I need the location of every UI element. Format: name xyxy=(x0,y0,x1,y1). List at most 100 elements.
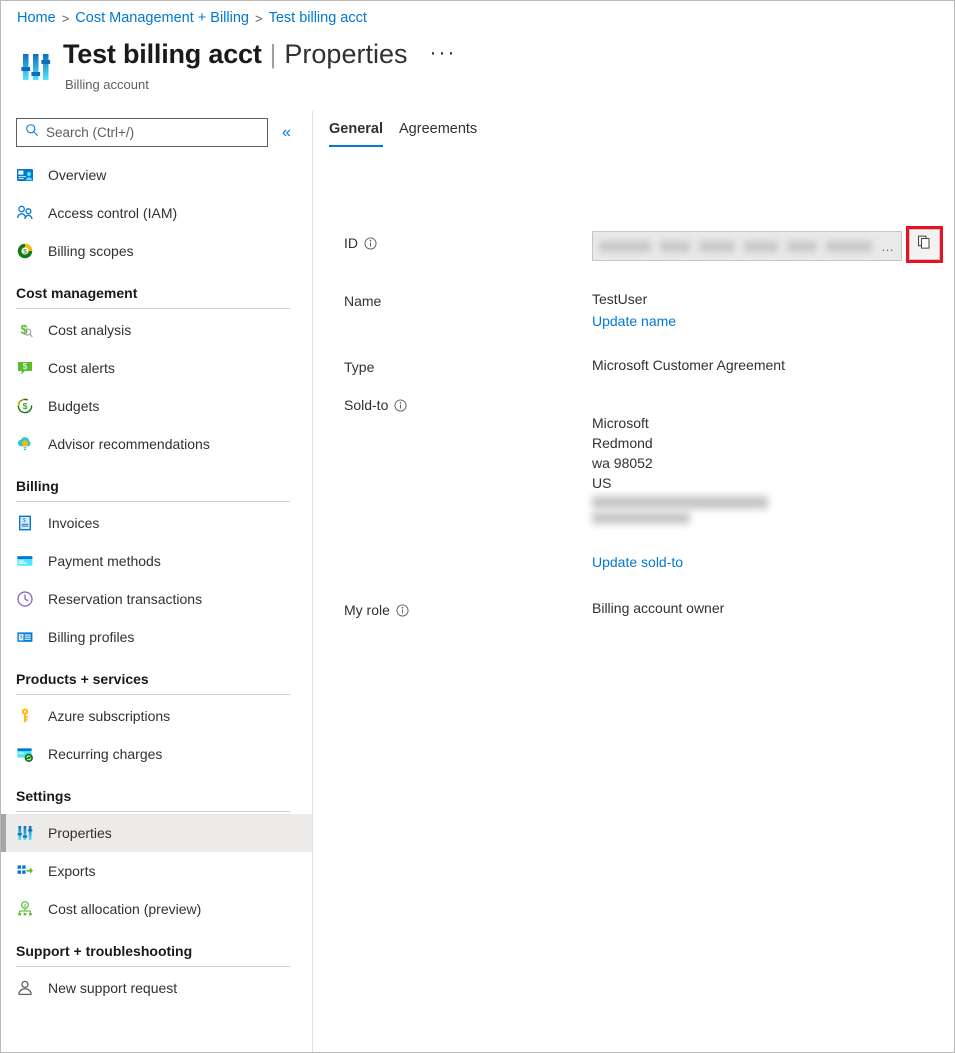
property-row-type: Type Microsoft Customer Agreement xyxy=(313,357,954,375)
divider xyxy=(16,694,290,695)
info-icon[interactable] xyxy=(364,236,377,250)
sidebar-item-billing-scopes[interactable]: $ Billing scopes xyxy=(1,232,312,270)
sidebar-item-azure-subscriptions[interactable]: Azure subscriptions xyxy=(1,697,312,735)
access-control-icon xyxy=(16,204,34,222)
copy-button-highlight-wrap xyxy=(906,226,943,263)
divider xyxy=(16,811,290,812)
sidebar-item-advisor-recommendations[interactable]: Advisor recommendations xyxy=(1,425,312,463)
sidebar-item-cost-alerts[interactable]: $ Cost alerts xyxy=(1,349,312,387)
sidebar-group-support-troubleshooting: Support + troubleshooting xyxy=(1,943,312,967)
tab-general[interactable]: General xyxy=(321,117,391,147)
azure-portal-blade: Home > Cost Management + Billing > Test … xyxy=(0,0,955,1053)
sidebar-item-label: Invoices xyxy=(48,515,100,531)
chevron-double-left-icon[interactable]: « xyxy=(282,124,291,141)
property-label-text: Sold-to xyxy=(344,397,389,413)
sidebar-group-title: Cost management xyxy=(16,285,138,301)
sidebar-group-title: Products + services xyxy=(16,671,149,687)
sidebar-item-access-control[interactable]: Access control (IAM) xyxy=(1,194,312,232)
sidebar-item-label: Overview xyxy=(48,167,107,183)
property-label-name: Name xyxy=(344,291,592,309)
sidebar-item-exports[interactable]: Exports xyxy=(1,852,312,890)
property-row-my-role: My role Billing account owner xyxy=(313,600,954,618)
breadcrumb-item-home[interactable]: Home xyxy=(17,10,56,26)
divider xyxy=(16,966,290,967)
breadcrumb-item-cost-management-billing[interactable]: Cost Management + Billing xyxy=(75,10,249,26)
sidebar-item-cost-allocation[interactable]: $ Cost allocation (preview) xyxy=(1,890,312,928)
tab-agreements[interactable]: Agreements xyxy=(391,117,485,147)
title-divider: | xyxy=(269,39,277,69)
sidebar-item-cost-analysis[interactable]: $ Cost analysis xyxy=(1,311,312,349)
sidebar-item-payment-methods[interactable]: Payment methods xyxy=(1,542,312,580)
id-overflow-ellipsis: … xyxy=(881,238,895,254)
property-label-sold-to: Sold-to xyxy=(344,395,592,413)
property-row-id: ID … xyxy=(313,226,954,263)
sidebar-item-overview[interactable]: Overview xyxy=(1,156,312,194)
reservation-transactions-clock-icon xyxy=(16,590,34,608)
sidebar-item-label: Budgets xyxy=(48,398,100,414)
billing-profiles-icon: $ xyxy=(16,628,34,646)
property-value-type: Microsoft Customer Agreement xyxy=(592,357,785,373)
sidebar-item-label: Cost allocation (preview) xyxy=(48,901,202,917)
sold-to-line: US xyxy=(592,475,612,491)
sidebar-search-row: « xyxy=(1,111,312,147)
sidebar-item-reservation-transactions[interactable]: Reservation transactions xyxy=(1,580,312,618)
info-icon[interactable] xyxy=(394,398,407,412)
sidebar-item-billing-profiles[interactable]: $ Billing profiles xyxy=(1,618,312,656)
breadcrumb: Home > Cost Management + Billing > Test … xyxy=(17,10,367,26)
cost-alerts-icon: $ xyxy=(16,359,34,377)
property-label-id: ID xyxy=(344,229,592,251)
sidebar-item-label: Reservation transactions xyxy=(48,591,203,607)
main-content: General Agreements ID … Name TestUser Up… xyxy=(312,111,954,1052)
sidebar-group-title: Support + troubleshooting xyxy=(16,943,193,959)
sidebar-group-title: Settings xyxy=(16,788,72,804)
sidebar-item-recurring-charges[interactable]: Recurring charges xyxy=(1,735,312,773)
search-box[interactable] xyxy=(16,118,268,147)
property-label-text: Name xyxy=(344,293,382,309)
cost-analysis-icon: $ xyxy=(16,321,34,339)
sidebar-item-label: Recurring charges xyxy=(48,746,163,762)
sidebar-item-invoices[interactable]: $ Invoices xyxy=(1,504,312,542)
id-readonly-input[interactable]: … xyxy=(592,231,902,261)
advisor-recommendations-icon xyxy=(16,435,34,453)
update-sold-to-link[interactable]: Update sold-to xyxy=(592,554,683,570)
breadcrumb-separator: > xyxy=(61,10,70,26)
redacted-text xyxy=(592,512,690,524)
property-value-sold-to-group: Microsoft Redmond wa 98052 US Update sol… xyxy=(592,413,768,572)
exports-icon xyxy=(16,862,34,880)
sold-to-line: Microsoft xyxy=(592,415,649,431)
budgets-icon: $ xyxy=(16,397,34,415)
info-icon[interactable] xyxy=(396,603,409,617)
more-menu-button[interactable]: ··· xyxy=(429,42,456,63)
sidebar-item-label: Advisor recommendations xyxy=(48,436,210,452)
sidebar-item-properties[interactable]: Properties xyxy=(1,814,312,852)
redacted-text xyxy=(744,240,778,252)
search-icon xyxy=(25,123,39,142)
overview-icon xyxy=(16,166,34,184)
property-row-name: Name TestUser Update name xyxy=(313,291,954,331)
breadcrumb-item-test-billing-acct[interactable]: Test billing acct xyxy=(269,10,367,26)
sold-to-address: Microsoft Redmond wa 98052 US xyxy=(592,413,768,493)
invoices-icon: $ xyxy=(16,514,34,532)
sidebar-item-label: Exports xyxy=(48,863,96,879)
sidebar-nav: Overview Access control (IAM) $ Billing … xyxy=(1,156,312,1007)
payment-methods-icon xyxy=(16,552,34,570)
svg-text:$: $ xyxy=(23,362,28,371)
update-name-link[interactable]: Update name xyxy=(592,313,676,329)
property-label-my-role: My role xyxy=(344,600,592,618)
svg-text:$: $ xyxy=(23,518,26,524)
divider xyxy=(16,501,290,502)
sidebar-item-label: Access control (IAM) xyxy=(48,205,178,221)
sidebar-group-settings: Settings xyxy=(1,788,312,812)
sidebar-item-label: Billing profiles xyxy=(48,629,135,645)
sidebar-item-new-support-request[interactable]: New support request xyxy=(1,969,312,1007)
sold-to-line: Redmond xyxy=(592,435,653,451)
page-header: Test billing acct | Properties ··· Billi… xyxy=(17,39,456,92)
property-value-my-role: Billing account owner xyxy=(592,600,725,616)
sidebar-item-budgets[interactable]: $ Budgets xyxy=(1,387,312,425)
search-input[interactable] xyxy=(39,124,259,141)
copy-id-button[interactable] xyxy=(909,229,940,260)
redacted-text xyxy=(787,240,817,252)
redacted-text xyxy=(660,240,690,252)
page-title: Test billing acct xyxy=(63,39,262,69)
sidebar-group-billing: Billing xyxy=(1,478,312,502)
